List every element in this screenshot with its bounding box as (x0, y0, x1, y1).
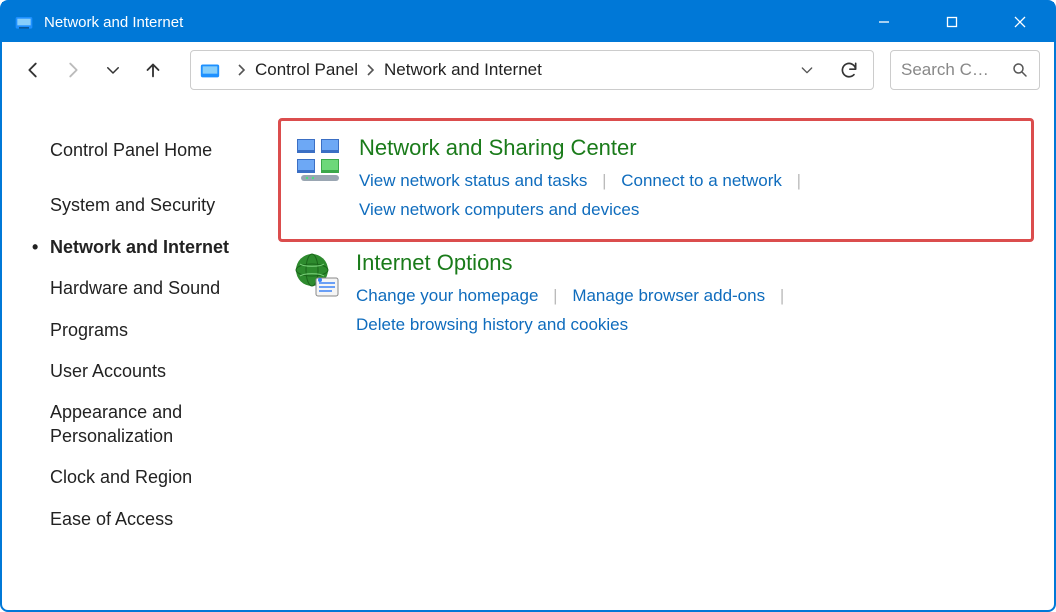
link-change-homepage[interactable]: Change your homepage (356, 286, 538, 305)
sidebar-item-clock-region[interactable]: Clock and Region (32, 457, 262, 498)
refresh-button[interactable] (833, 60, 865, 80)
category-title[interactable]: Network and Sharing Center (359, 135, 1019, 161)
sidebar-item-user-accounts[interactable]: User Accounts (32, 351, 262, 392)
link-separator: | (780, 286, 784, 305)
search-placeholder: Search C… (901, 60, 1011, 80)
breadcrumb-root[interactable]: Control Panel (255, 60, 358, 80)
breadcrumb-current[interactable]: Network and Internet (384, 60, 542, 80)
maximize-button[interactable] (918, 2, 986, 42)
content-area: Control Panel Home System and Security N… (2, 98, 1054, 610)
search-input[interactable]: Search C… (890, 50, 1040, 90)
link-connect-network[interactable]: Connect to a network (621, 171, 782, 190)
toolbar: Control Panel Network and Internet Searc… (2, 42, 1054, 98)
sidebar-item-system-security[interactable]: System and Security (32, 185, 262, 226)
recent-dropdown-button[interactable] (96, 53, 130, 87)
control-panel-icon (14, 12, 34, 32)
sidebar-item-appearance[interactable]: Appearance and Personalization (32, 392, 262, 457)
back-button[interactable] (16, 53, 50, 87)
minimize-button[interactable] (850, 2, 918, 42)
link-delete-history[interactable]: Delete browsing history and cookies (356, 315, 628, 334)
network-sharing-icon (293, 135, 345, 187)
forward-button[interactable] (56, 53, 90, 87)
sidebar-item-ease-of-access[interactable]: Ease of Access (32, 499, 262, 540)
category-title[interactable]: Internet Options (356, 250, 1022, 276)
address-bar[interactable]: Control Panel Network and Internet (190, 50, 874, 90)
link-separator: | (553, 286, 557, 305)
category-network-sharing: Network and Sharing Center View network … (278, 118, 1034, 242)
sidebar-item-home[interactable]: Control Panel Home (32, 130, 262, 171)
search-icon (1011, 61, 1029, 79)
close-button[interactable] (986, 2, 1054, 42)
up-button[interactable] (136, 53, 170, 87)
main-panel: Network and Sharing Center View network … (272, 98, 1054, 610)
category-internet-options: Internet Options Change your homepage | … (278, 242, 1034, 354)
link-separator: | (797, 171, 801, 190)
sidebar-item-programs[interactable]: Programs (32, 310, 262, 351)
control-panel-small-icon (199, 59, 221, 81)
window-title: Network and Internet (44, 14, 850, 31)
window-controls (850, 2, 1054, 42)
sidebar: Control Panel Home System and Security N… (2, 98, 272, 610)
address-dropdown-button[interactable] (781, 62, 833, 78)
link-separator: | (602, 171, 606, 190)
chevron-right-icon[interactable] (237, 63, 247, 77)
sidebar-item-hardware-sound[interactable]: Hardware and Sound (32, 268, 262, 309)
link-view-network-status[interactable]: View network status and tasks (359, 171, 587, 190)
chevron-right-icon[interactable] (366, 63, 376, 77)
titlebar: Network and Internet (2, 2, 1054, 42)
internet-options-icon (290, 250, 342, 302)
link-manage-addons[interactable]: Manage browser add-ons (572, 286, 765, 305)
sidebar-item-network-internet[interactable]: Network and Internet (32, 227, 262, 268)
link-view-network-computers[interactable]: View network computers and devices (359, 200, 639, 219)
